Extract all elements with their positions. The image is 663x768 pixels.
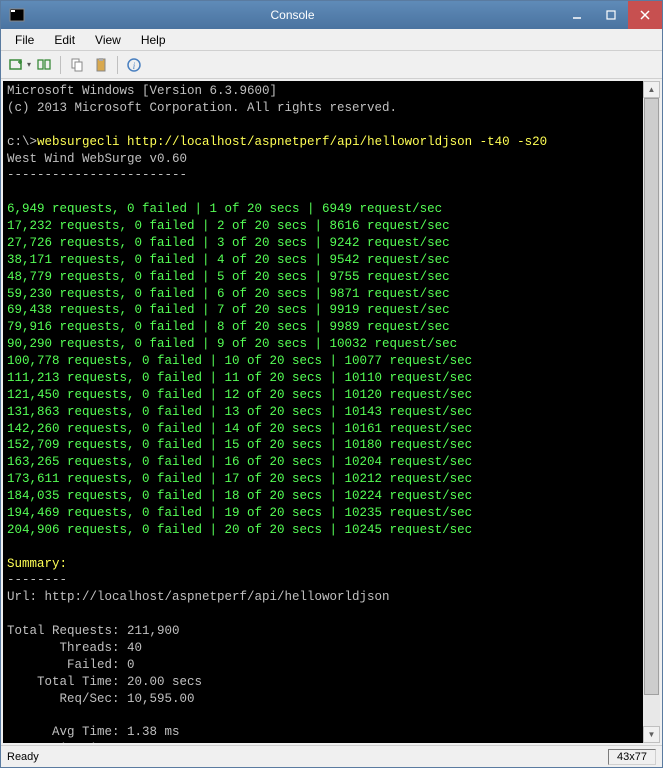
paste-button[interactable]	[90, 54, 112, 76]
terminal[interactable]: Microsoft Windows [Version 6.3.9600] (c)…	[3, 81, 643, 743]
menu-edit[interactable]: Edit	[44, 31, 85, 49]
scroll-track[interactable]	[643, 98, 660, 726]
copy-button[interactable]	[66, 54, 88, 76]
status-left: Ready	[7, 751, 39, 763]
minimize-button[interactable]	[560, 1, 594, 29]
terminal-area: Microsoft Windows [Version 6.3.9600] (c)…	[1, 79, 662, 745]
scroll-thumb[interactable]	[644, 98, 659, 695]
menu-view[interactable]: View	[85, 31, 131, 49]
split-button[interactable]	[33, 54, 55, 76]
menu-help[interactable]: Help	[131, 31, 176, 49]
status-dimensions: 43x77	[608, 749, 656, 765]
new-tab-button[interactable]	[5, 54, 27, 76]
toolbar: ▾ i	[1, 51, 662, 79]
close-button[interactable]	[628, 1, 662, 29]
statusbar: Ready 43x77	[1, 745, 662, 767]
titlebar[interactable]: Console	[1, 1, 662, 29]
window-title: Console	[25, 8, 560, 22]
menubar: File Edit View Help	[1, 29, 662, 51]
vertical-scrollbar[interactable]: ▲ ▼	[643, 81, 660, 743]
info-button[interactable]: i	[123, 54, 145, 76]
maximize-button[interactable]	[594, 1, 628, 29]
svg-text:i: i	[133, 61, 136, 71]
console-window: Console File Edit View Help ▾	[0, 0, 663, 768]
toolbar-separator	[60, 56, 61, 74]
menu-file[interactable]: File	[5, 31, 44, 49]
app-icon	[9, 7, 25, 23]
scroll-up-button[interactable]: ▲	[643, 81, 660, 98]
window-controls	[560, 1, 662, 29]
toolbar-separator	[117, 56, 118, 74]
dropdown-arrow-icon[interactable]: ▾	[27, 60, 31, 69]
scroll-down-button[interactable]: ▼	[643, 726, 660, 743]
